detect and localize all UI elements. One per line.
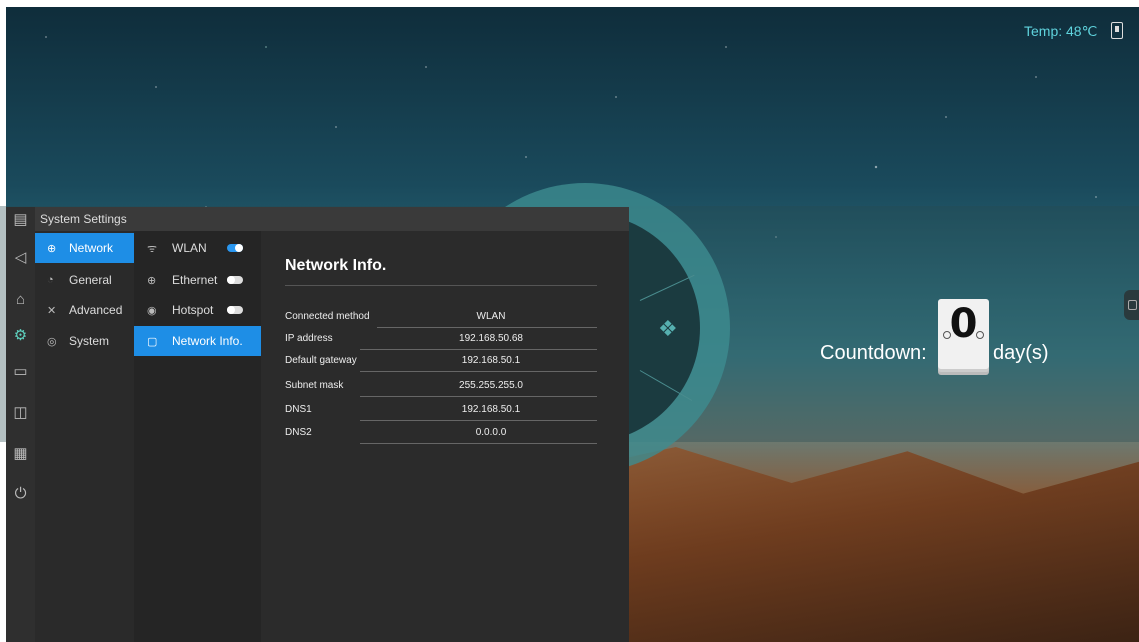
info-row: DNS1 192.168.50.1 xyxy=(285,399,597,421)
ethernet-toggle[interactable] xyxy=(227,276,243,284)
hotspot-toggle[interactable] xyxy=(227,306,243,314)
tools-icon: ✕ xyxy=(47,304,57,317)
info-key: Connected method xyxy=(285,311,370,322)
info-value: 192.168.50.1 xyxy=(461,404,521,415)
panel-divider xyxy=(285,285,597,286)
temperature-readout: Temp: 48℃ xyxy=(1024,23,1098,39)
subnav-item-label: Hotspot xyxy=(172,303,214,317)
nav-item-label: Advanced xyxy=(69,303,123,317)
palette-icon: ◔ xyxy=(47,274,54,286)
ethernet-icon: ⊕ xyxy=(147,274,157,287)
usb-icon xyxy=(1111,22,1123,39)
keyboard-icon[interactable]: ▦ xyxy=(6,441,35,465)
subnav-item-label: WLAN xyxy=(172,241,207,255)
network-subnav: ᯤ WLAN ⊕ Ethernet ◉ Hotspot ▢ Network In… xyxy=(134,231,261,642)
info-value: WLAN xyxy=(476,311,506,322)
hotspot-icon: ◉ xyxy=(147,304,157,317)
nav-item-system[interactable]: ◎ System xyxy=(35,326,134,356)
back-icon[interactable]: ◁ xyxy=(6,245,35,269)
nav-item-label: Network xyxy=(69,241,114,255)
window-title: System Settings xyxy=(40,212,127,226)
info-key: Subnet mask xyxy=(285,380,344,391)
subnav-item-network-info[interactable]: ▢ Network Info. xyxy=(134,326,261,356)
countdown-digit: 0 xyxy=(949,301,978,347)
settings-icon[interactable]: ⚙ xyxy=(6,323,35,347)
wlan-toggle[interactable] xyxy=(227,244,243,252)
nav-item-advanced[interactable]: ✕ Advanced xyxy=(35,295,134,325)
info-value: 0.0.0.0 xyxy=(475,427,507,438)
countdown-flip-card: 0 xyxy=(938,299,989,369)
info-row: Subnet mask 255.255.255.0 xyxy=(285,375,597,397)
info-icon: ▢ xyxy=(147,335,158,348)
side-panel-handle[interactable] xyxy=(1124,290,1139,320)
info-value: 192.168.50.68 xyxy=(459,333,523,344)
system-settings-window: System Settings ⊕ Network ◔ General ✕ Ad… xyxy=(35,207,629,642)
info-row: IP address 192.168.50.68 xyxy=(285,328,597,350)
desktop-screen: Temp: 48℃ ❖ Countdown: 0 day(s) ▤ ◁ ⌂ ⚙ … xyxy=(0,0,1139,642)
info-underline xyxy=(360,396,597,397)
countdown-label: Countdown: xyxy=(820,342,927,364)
wifi-icon: ᯤ xyxy=(147,242,158,255)
home-icon[interactable]: ⌂ xyxy=(6,287,35,311)
info-row: Default gateway 192.168.50.1 xyxy=(285,350,597,372)
subnav-item-hotspot[interactable]: ◉ Hotspot xyxy=(134,295,261,325)
system-icon: ◎ xyxy=(47,335,57,348)
settings-menu-icon[interactable]: ▤ xyxy=(6,207,35,231)
countdown-unit: day(s) xyxy=(993,342,1049,364)
subnav-item-label: Network Info. xyxy=(172,334,243,348)
info-underline xyxy=(360,371,597,372)
camera-icon[interactable]: ◫ xyxy=(6,400,35,424)
info-key: DNS2 xyxy=(285,427,312,438)
nav-item-network[interactable]: ⊕ Network xyxy=(35,233,134,263)
nav-item-general[interactable]: ◔ General xyxy=(35,265,134,295)
power-icon[interactable]: ⏻ xyxy=(6,481,35,505)
apps-grid-icon[interactable]: ❖ xyxy=(658,316,678,342)
info-key: DNS1 xyxy=(285,404,312,415)
info-row: Connected method WLAN xyxy=(285,306,597,328)
nav-item-label: General xyxy=(69,273,112,287)
info-underline xyxy=(360,443,597,444)
left-dock: ▤ ◁ ⌂ ⚙ ▭ ◫ ▦ ⏻ xyxy=(6,207,35,642)
nav-item-label: System xyxy=(69,334,110,348)
subnav-item-label: Ethernet xyxy=(172,273,218,287)
info-key: Default gateway xyxy=(285,355,357,366)
info-value: 192.168.50.1 xyxy=(461,355,521,366)
info-key: IP address xyxy=(285,333,333,344)
info-value: 255.255.255.0 xyxy=(459,380,523,391)
info-row: DNS2 0.0.0.0 xyxy=(285,422,597,444)
subnav-item-ethernet[interactable]: ⊕ Ethernet xyxy=(134,265,261,295)
folder-icon[interactable]: ▭ xyxy=(6,359,35,383)
window-titlebar: System Settings xyxy=(35,207,629,231)
settings-nav: ⊕ Network ◔ General ✕ Advanced ◎ System xyxy=(35,231,134,642)
globe-icon: ⊕ xyxy=(47,242,57,255)
panel-title: Network Info. xyxy=(285,257,387,274)
info-underline xyxy=(360,420,597,421)
network-info-panel: Network Info. Connected method WLAN IP a… xyxy=(261,231,629,642)
subnav-item-wlan[interactable]: ᯤ WLAN xyxy=(134,233,261,263)
